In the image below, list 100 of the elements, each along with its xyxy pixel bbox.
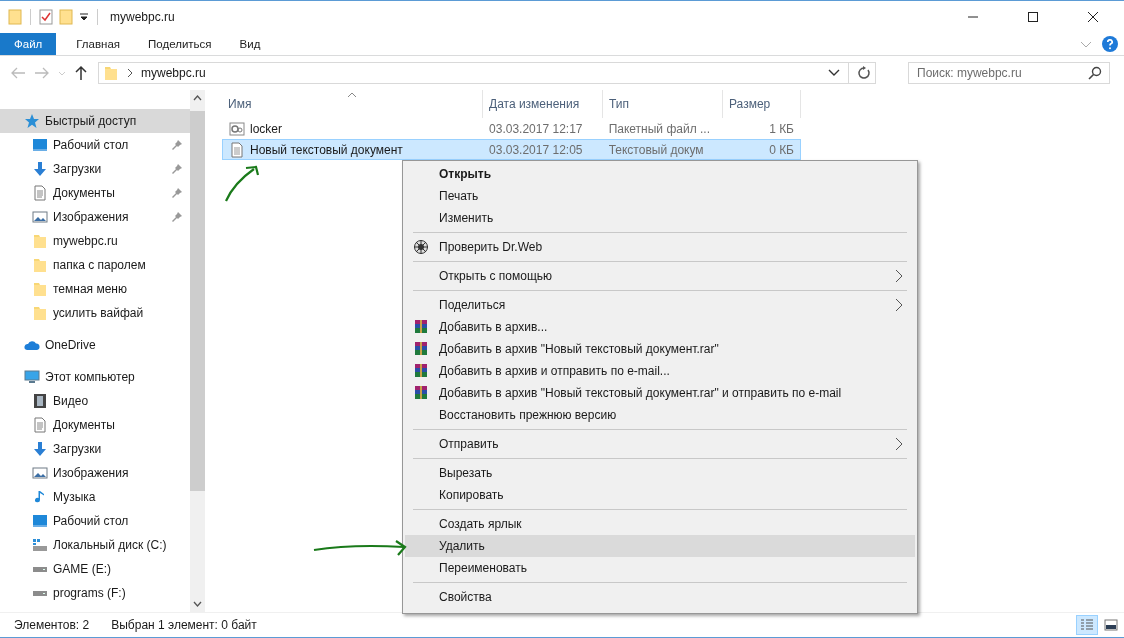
sidebar-item[interactable]: Этот компьютер (0, 365, 190, 389)
sidebar-item[interactable]: Локальный диск (C:) (0, 533, 190, 557)
properties-check-icon[interactable] (39, 9, 53, 25)
pin-icon[interactable] (172, 164, 182, 174)
monitor-icon (32, 137, 48, 153)
sidebar-item[interactable]: Изображения (0, 205, 190, 229)
text-file-icon (229, 141, 245, 158)
pin-icon[interactable] (172, 212, 182, 222)
drive-icon (33, 590, 47, 596)
books-icon (413, 341, 429, 357)
selection-info: Выбран 1 элемент: 0 байт (111, 618, 257, 632)
menu-item[interactable]: Печать (405, 185, 915, 207)
sidebar-item[interactable]: папка с паролем (0, 253, 190, 277)
menu-item[interactable]: Поделиться (405, 294, 915, 316)
view-toggle[interactable] (1076, 615, 1098, 635)
dropdown-chevron-icon[interactable] (828, 69, 840, 77)
sidebar-item[interactable]: Загрузки (0, 157, 190, 181)
help-icon[interactable] (1102, 36, 1118, 52)
column-header[interactable]: Имя (222, 90, 483, 118)
column-header[interactable]: Тип (603, 90, 723, 118)
minimize-icon (968, 16, 978, 18)
column-header[interactable]: Размер (723, 90, 801, 118)
picture-icon (32, 465, 48, 481)
books-icon (413, 385, 429, 401)
menu-item[interactable]: Изменить (405, 207, 915, 229)
folder-icon (32, 305, 48, 321)
sidebar-item[interactable]: Загрузки (0, 437, 190, 461)
menu-item[interactable]: Добавить в архив и отправить по e-mail... (405, 360, 915, 382)
window-title: mywebpc.ru (110, 10, 175, 24)
books-icon (413, 319, 429, 335)
sidebar-item[interactable]: GAME (E:) (0, 557, 190, 581)
details-view-icon (1079, 617, 1095, 633)
refresh-icon[interactable] (857, 66, 871, 80)
menu-item[interactable]: Отправить (405, 433, 915, 455)
folder-icon (32, 257, 48, 273)
sidebar-item[interactable]: Рабочий стол (0, 509, 190, 533)
monitor-icon (32, 513, 48, 529)
sidebar-item[interactable]: усилить вайфай (0, 301, 190, 325)
sidebar-item[interactable]: Рабочий стол (0, 133, 190, 157)
sidebar-item[interactable]: темная меню (0, 277, 190, 301)
document-icon (32, 417, 48, 433)
menu-item[interactable]: Открыть с помощью (405, 265, 915, 287)
forward-arrow-icon[interactable] (34, 66, 50, 80)
star-icon (24, 113, 40, 129)
scroll-up-icon[interactable] (193, 95, 202, 101)
sidebar-item[interactable]: Документы (0, 413, 190, 437)
menu-item[interactable]: Открыть (405, 163, 915, 185)
address-bar[interactable]: mywebpc.ru (98, 62, 876, 84)
menu-item[interactable]: Удалить (405, 535, 915, 557)
menu-item[interactable]: Проверить Dr.Web (405, 236, 915, 258)
ribbon-tab[interactable]: Главная (62, 33, 135, 55)
ribbon-tab[interactable]: Поделиться (134, 33, 226, 55)
scroll-down-icon[interactable] (193, 601, 202, 607)
column-header[interactable]: Дата изменения (483, 90, 603, 118)
sidebar-item[interactable]: Музыка (0, 485, 190, 509)
folder-icon (103, 65, 119, 81)
tiles-view-icon (1103, 617, 1119, 633)
books-icon (413, 363, 429, 379)
close-icon (1088, 12, 1098, 22)
file-row[interactable]: Новый текстовый документ 03.03.2017 12:05 Текстовый докум 0 КБ (222, 139, 801, 160)
menu-item[interactable]: Копировать (405, 484, 915, 506)
back-arrow-icon[interactable] (10, 66, 26, 80)
search-icon[interactable] (1088, 66, 1102, 80)
menu-item[interactable]: Добавить в архив... (405, 316, 915, 338)
type-cell-text: Текстовый докум (607, 142, 705, 157)
size-cell-text: 0 КБ (768, 142, 795, 157)
folder-icon (32, 233, 48, 249)
up-arrow-icon[interactable] (74, 65, 88, 81)
menu-item[interactable]: Восстановить прежнюю версию (405, 404, 915, 426)
download-arrow-icon (32, 441, 48, 457)
sidebar-item[interactable]: Изображения (0, 461, 190, 485)
file-name: locker (250, 121, 282, 136)
pin-icon[interactable] (172, 188, 182, 198)
menu-item[interactable]: Переименовать (405, 557, 915, 579)
maximize-icon (1028, 12, 1038, 22)
drive-icon (32, 537, 48, 553)
sidebar-item[interactable]: OneDrive (0, 333, 190, 357)
sidebar-item[interactable]: Быстрый доступ (0, 109, 190, 133)
date-cell-text: 03.03.2017 12:05 (488, 142, 584, 157)
drive-icon (33, 566, 47, 572)
menu-item[interactable]: Добавить в архив "Новый текстовый документ.rar" (405, 338, 915, 360)
film-icon (32, 393, 48, 409)
sidebar-item[interactable]: programs (F:) (0, 581, 190, 605)
file-row[interactable]: locker 03.03.2017 12:17 Пакетный файл ... 1 КБ (222, 118, 801, 139)
sidebar-item[interactable]: Документы (0, 181, 190, 205)
menu-item[interactable]: Добавить в архив "Новый текстовый документ.rar" и отправить по e-mail (405, 382, 915, 404)
file-name: Новый текстовый документ (250, 142, 403, 157)
menu-item[interactable]: Вырезать (405, 462, 915, 484)
ribbon-tab[interactable]: Вид (225, 33, 275, 55)
date-cell-text: 03.03.2017 12:17 (488, 121, 584, 136)
menu-item[interactable]: Создать ярлык (405, 513, 915, 535)
pin-icon[interactable] (172, 140, 182, 150)
scrollbar[interactable] (190, 90, 205, 612)
search-field[interactable]: Поиск: mywebpc.ru (908, 62, 1110, 84)
menu-item[interactable]: Свойства (405, 586, 915, 608)
sidebar-item[interactable]: mywebpc.ru (0, 229, 190, 253)
chevron-right-icon (127, 68, 133, 78)
gear-file-icon (229, 120, 245, 137)
sidebar-item[interactable]: Видео (0, 389, 190, 413)
expand-ribbon-icon[interactable] (1080, 39, 1092, 49)
